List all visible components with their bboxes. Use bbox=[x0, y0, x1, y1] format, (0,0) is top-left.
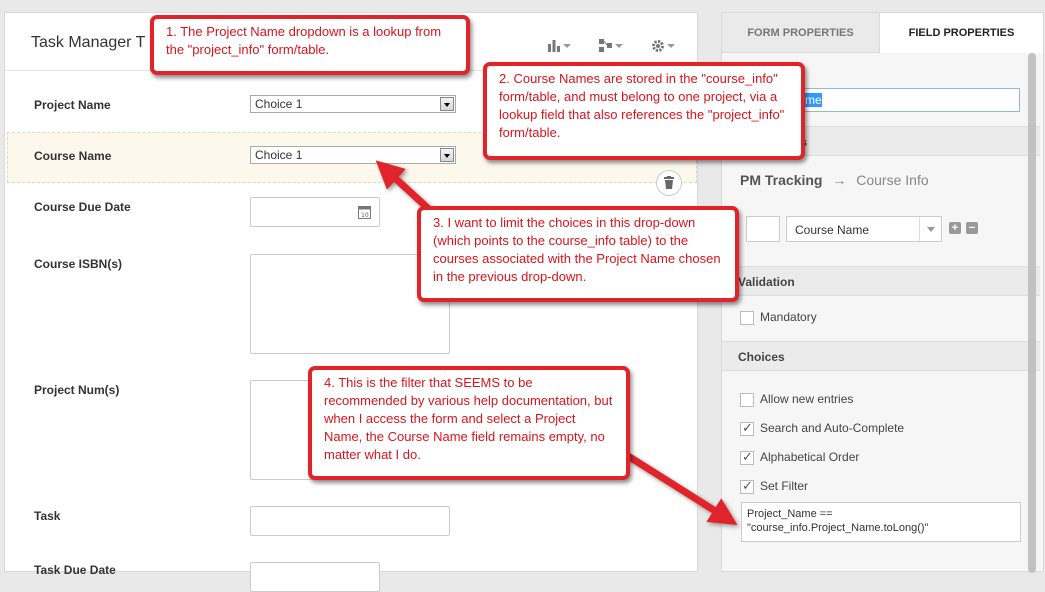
lookup-field-select[interactable]: Course Name bbox=[786, 216, 942, 242]
chevron-down-icon[interactable] bbox=[440, 148, 454, 162]
minus-icon[interactable]: − bbox=[966, 222, 978, 234]
trash-icon bbox=[664, 176, 674, 189]
task-label: Task bbox=[34, 509, 61, 523]
search-autocomplete-option[interactable]: Search and Auto-Complete bbox=[740, 420, 905, 436]
bar-chart-icon[interactable] bbox=[547, 38, 577, 54]
chevron-down-icon[interactable] bbox=[919, 217, 941, 241]
alphabetical-order-checkbox[interactable] bbox=[740, 449, 754, 465]
callout-4: 4. This is the filter that SEEMS to be r… bbox=[308, 366, 630, 480]
course-name-value: Choice 1 bbox=[255, 148, 303, 162]
arrow-right-icon: → bbox=[832, 172, 847, 188]
svg-text:10: 10 bbox=[361, 212, 369, 219]
course-name-label: Course Name bbox=[34, 149, 112, 163]
choices-section-header: Choices bbox=[722, 341, 1040, 371]
validation-section-header: Validation bbox=[722, 266, 1040, 296]
course-due-date-input[interactable]: 10 bbox=[250, 197, 380, 227]
set-filter-label: Set Filter bbox=[760, 479, 809, 493]
delete-field-button[interactable] bbox=[656, 170, 682, 196]
mandatory-checkbox[interactable] bbox=[740, 310, 754, 325]
mandatory-label: Mandatory bbox=[760, 310, 817, 324]
callout-1: 1. The Project Name dropdown is a lookup… bbox=[150, 15, 470, 75]
search-autocomplete-checkbox[interactable] bbox=[740, 420, 754, 436]
lookup-prefix-input[interactable] bbox=[746, 216, 780, 242]
allow-new-entries-option[interactable]: Allow new entries bbox=[740, 392, 853, 407]
course-isbn-label: Course ISBN(s) bbox=[34, 257, 123, 271]
alphabetical-order-label: Alphabetical Order bbox=[760, 450, 860, 464]
task-due-date-label: Task Due Date bbox=[34, 563, 116, 577]
task-input[interactable] bbox=[250, 506, 450, 536]
alphabetical-order-option[interactable]: Alphabetical Order bbox=[740, 449, 860, 465]
set-filter-option[interactable]: Set Filter bbox=[740, 478, 809, 494]
gear-icon[interactable] bbox=[651, 38, 681, 54]
task-due-date-input[interactable] bbox=[250, 562, 380, 592]
properties-scrollbar[interactable] bbox=[1028, 53, 1036, 573]
callout-2: 2. Course Names are stored in the "cours… bbox=[483, 62, 805, 160]
project-name-value: Choice 1 bbox=[255, 97, 303, 111]
breadcrumb-source-form: PM Tracking bbox=[740, 172, 823, 188]
allow-new-entries-checkbox[interactable] bbox=[740, 392, 754, 407]
set-filter-checkbox[interactable] bbox=[740, 478, 754, 494]
tab-form-properties[interactable]: FORM PROPERTIES bbox=[722, 13, 880, 53]
lookup-field-value: Course Name bbox=[795, 223, 870, 237]
breadcrumb-target-form: Course Info bbox=[856, 172, 929, 188]
field-name-input[interactable]: me bbox=[802, 88, 1020, 112]
tab-field-properties[interactable]: FIELD PROPERTIES bbox=[880, 13, 1043, 53]
lookup-breadcrumb: PM Tracking → Course Info bbox=[740, 172, 929, 188]
allow-new-entries-label: Allow new entries bbox=[760, 392, 854, 406]
chevron-down-icon[interactable] bbox=[440, 97, 454, 111]
filter-line-1: Project_Name == bbox=[747, 508, 833, 520]
calendar-icon[interactable]: 10 bbox=[358, 205, 371, 219]
plus-icon[interactable]: + bbox=[949, 222, 961, 234]
project-name-dropdown[interactable]: Choice 1 bbox=[250, 95, 456, 113]
filter-line-2: "course_info.Project_Name.toLong()" bbox=[747, 522, 929, 534]
project-num-label: Project Num(s) bbox=[34, 383, 120, 397]
mandatory-option[interactable]: Mandatory bbox=[740, 310, 817, 325]
search-autocomplete-label: Search and Auto-Complete bbox=[760, 421, 905, 435]
field-name-value: me bbox=[805, 93, 822, 107]
course-due-date-label: Course Due Date bbox=[34, 200, 131, 214]
flow-icon[interactable] bbox=[599, 38, 629, 54]
callout-3: 3. I want to limit the choices in this d… bbox=[417, 206, 739, 302]
project-name-label: Project Name bbox=[34, 98, 111, 112]
course-name-dropdown[interactable]: Choice 1 bbox=[250, 146, 456, 164]
filter-expression-textarea[interactable]: Project_Name == "course_info.Project_Nam… bbox=[741, 502, 1021, 542]
form-title: Task Manager T bbox=[31, 34, 146, 51]
